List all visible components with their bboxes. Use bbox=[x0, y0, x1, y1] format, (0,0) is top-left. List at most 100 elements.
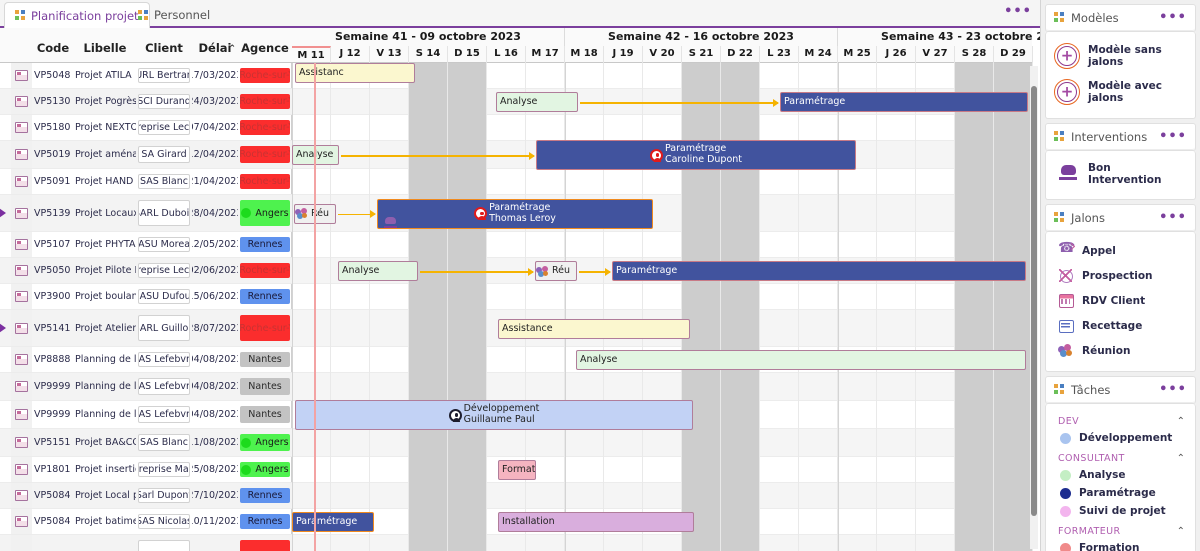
gantt-bar[interactable]: Formatio bbox=[498, 460, 536, 480]
day-header[interactable]: S 28 bbox=[955, 46, 994, 63]
row-document-cell[interactable] bbox=[11, 509, 32, 534]
column-header-client[interactable]: Client bbox=[136, 41, 192, 62]
task-item[interactable]: Suivi de projet bbox=[1046, 502, 1195, 520]
tab-personnel[interactable]: Personnel bbox=[128, 2, 220, 28]
column-header-delai[interactable]: Délai ⌃ bbox=[192, 41, 238, 62]
panel-section-menu-button[interactable]: ••• bbox=[1159, 11, 1187, 24]
day-header[interactable]: M 24 bbox=[799, 46, 838, 63]
day-header[interactable]: M 17 bbox=[526, 46, 565, 63]
day-header[interactable]: L 23 bbox=[760, 46, 799, 63]
gantt-bar[interactable]: Analyse bbox=[496, 92, 578, 112]
table-row[interactable]: VP5050 Projet Pilote DEntreprise Leclerc0… bbox=[0, 258, 292, 284]
day-header[interactable]: V 20 bbox=[643, 46, 682, 63]
table-row[interactable]: VP9999 Planning de laSAS Lefebvre04/08/20… bbox=[0, 373, 292, 401]
table-row[interactable]: VP8888 Planning de laSAS Lefebvre04/08/20… bbox=[0, 347, 292, 373]
table-row[interactable]: VP5139 Projet LocauxSARL Dubois28/04/2023… bbox=[0, 195, 292, 232]
table-row[interactable] bbox=[0, 535, 292, 551]
row-document-cell[interactable] bbox=[11, 232, 32, 257]
panel-section-menu-button[interactable]: ••• bbox=[1159, 383, 1187, 396]
row-document-cell[interactable] bbox=[11, 63, 32, 88]
task-item[interactable]: Développement bbox=[1046, 429, 1195, 447]
panel-section-menu-button[interactable]: ••• bbox=[1159, 211, 1187, 224]
task-group-header[interactable]: FORMATEUR ⌃ bbox=[1046, 520, 1195, 539]
row-document-cell[interactable] bbox=[11, 115, 32, 140]
day-header[interactable]: D 22 bbox=[721, 46, 760, 63]
task-group-header[interactable]: CONSULTANT ⌃ bbox=[1046, 447, 1195, 466]
day-header[interactable]: S 14 bbox=[409, 46, 448, 63]
panel-item-phone[interactable]: Appel bbox=[1046, 238, 1195, 263]
day-header[interactable]: M 18 bbox=[565, 46, 604, 63]
chevron-up-icon[interactable]: ⌃ bbox=[1177, 453, 1185, 464]
task-item[interactable]: Paramétrage bbox=[1046, 484, 1195, 502]
row-document-cell[interactable] bbox=[11, 373, 32, 400]
panel-section-header[interactable]: Modèles ••• bbox=[1046, 5, 1195, 31]
gantt-bar[interactable]: Développement Guillaume Paul bbox=[295, 400, 693, 430]
chevron-up-icon[interactable]: ⌃ bbox=[1177, 416, 1185, 427]
day-header[interactable]: J 12 bbox=[331, 46, 370, 63]
row-document-cell[interactable] bbox=[11, 457, 32, 482]
table-row[interactable]: VP5130 Projet PogrèsSCI Durand24/03/2023L… bbox=[0, 89, 292, 115]
gantt-bar[interactable]: Assistance bbox=[498, 318, 690, 339]
table-row[interactable]: VP5048 Projet ATILA EURL Bertrand17/03/202… bbox=[0, 63, 292, 89]
day-header[interactable]: V 13 bbox=[370, 46, 409, 63]
column-header-agence[interactable]: Agence bbox=[238, 41, 292, 62]
gantt-bar[interactable]: Paramétrage bbox=[612, 261, 1026, 281]
gantt-bar[interactable]: Paramétrage bbox=[292, 512, 374, 532]
panel-section-menu-button[interactable]: ••• bbox=[1159, 130, 1187, 143]
gantt-bar[interactable]: Paramétrage bbox=[780, 92, 1028, 112]
panel-item-circle-plus[interactable]: + Modèle avec jalons bbox=[1046, 74, 1195, 110]
task-item[interactable]: Analyse bbox=[1046, 466, 1195, 484]
panel-item-calendar[interactable]: RDV Client bbox=[1046, 288, 1195, 313]
chevron-up-icon[interactable]: ⌃ bbox=[1177, 526, 1185, 537]
panel-section-header[interactable]: Tâches ••• bbox=[1046, 377, 1195, 403]
gantt-bar[interactable]: Réu bbox=[535, 261, 577, 281]
row-document-cell[interactable] bbox=[11, 401, 32, 428]
panel-section-header[interactable]: Interventions ••• bbox=[1046, 124, 1195, 150]
gantt-bar[interactable]: Installation bbox=[498, 512, 694, 532]
panel-item-circle-plus[interactable]: + Modèle sans jalons bbox=[1046, 38, 1195, 74]
table-row[interactable]: VP5151 Projet BA&COSAS Blanc11/08/2023 Ang… bbox=[0, 429, 292, 457]
column-header-code[interactable]: Code bbox=[32, 41, 74, 62]
day-header[interactable]: M 25 bbox=[838, 46, 877, 63]
day-header[interactable]: D 15 bbox=[448, 46, 487, 63]
day-header[interactable]: J 19 bbox=[604, 46, 643, 63]
gantt-bar[interactable]: Analyse bbox=[292, 145, 339, 165]
table-row[interactable]: VP5141 Projet AtelierSARL Guillou28/07/20… bbox=[0, 310, 292, 347]
row-document-cell[interactable] bbox=[11, 258, 32, 283]
row-document-cell[interactable] bbox=[11, 347, 32, 372]
gantt-bar[interactable]: Paramétrage Caroline Dupont bbox=[536, 140, 856, 170]
gantt-bar[interactable]: Assistanc bbox=[295, 63, 415, 83]
column-header-libelle[interactable]: Libelle bbox=[74, 41, 136, 62]
gantt-bar[interactable]: Analyse bbox=[576, 350, 1026, 370]
gantt-bar[interactable]: Analyse bbox=[338, 261, 418, 281]
day-header[interactable]: D 29 bbox=[994, 46, 1033, 63]
table-row[interactable]: VP5091 Projet HAND USAS Blanc21/04/2023La… bbox=[0, 169, 292, 195]
day-header[interactable]: L 16 bbox=[487, 46, 526, 63]
row-document-cell[interactable] bbox=[11, 429, 32, 456]
day-header[interactable]: S 21 bbox=[682, 46, 721, 63]
row-document-cell[interactable] bbox=[11, 483, 32, 508]
day-header[interactable]: M 11 bbox=[292, 46, 331, 63]
table-row[interactable]: VP5180 Projet NEXTOEntreprise Leclerc07/0… bbox=[0, 115, 292, 141]
panel-item-prospection[interactable]: Prospection bbox=[1046, 263, 1195, 288]
tabstrip-overflow-button[interactable]: ••• bbox=[1004, 5, 1032, 18]
task-item[interactable]: Formation bbox=[1046, 539, 1195, 551]
table-row[interactable]: VP9999 Planning de laSAS Lefebvre04/08/20… bbox=[0, 401, 292, 429]
table-row[interactable]: VP1801 Projet insertionEntreprise Martin2… bbox=[0, 457, 292, 483]
day-header[interactable]: J 26 bbox=[877, 46, 916, 63]
row-document-cell[interactable] bbox=[11, 141, 32, 168]
row-document-cell[interactable] bbox=[11, 310, 32, 346]
row-document-cell[interactable] bbox=[11, 169, 32, 194]
panel-section-header[interactable]: Jalons ••• bbox=[1046, 205, 1195, 231]
panel-item-hand-pointer[interactable]: Bon Intervention bbox=[1046, 157, 1195, 191]
row-document-cell[interactable] bbox=[11, 284, 32, 309]
panel-item-checklist[interactable]: Recettage bbox=[1046, 313, 1195, 338]
panel-item-reunion[interactable]: Réunion bbox=[1046, 338, 1195, 363]
table-row[interactable]: VP5107 Projet PHYTALSASU Moreau12/05/2023… bbox=[0, 232, 292, 258]
day-header[interactable]: V 27 bbox=[916, 46, 955, 63]
row-document-cell[interactable] bbox=[11, 89, 32, 114]
table-row[interactable]: VP3900 Projet boulang.SASU Dufour15/06/20… bbox=[0, 284, 292, 310]
table-row[interactable]: VP5084 Projet batimeSAS Nicolas10/11/2023… bbox=[0, 509, 292, 535]
table-row[interactable]: VP5019 Projet aménag.SA Girard12/04/2023L… bbox=[0, 141, 292, 169]
row-document-cell[interactable] bbox=[11, 535, 32, 551]
